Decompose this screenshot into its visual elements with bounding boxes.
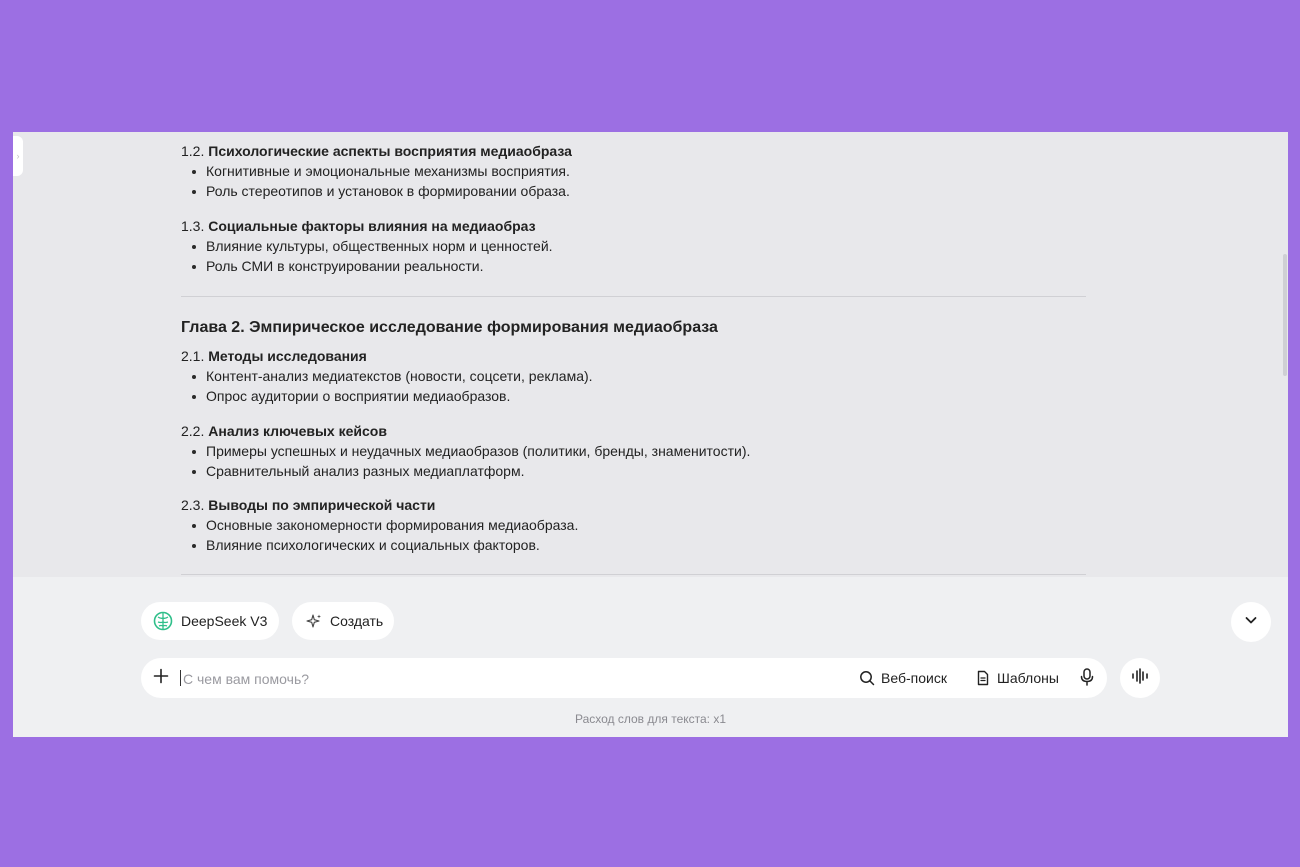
chapter-heading: Глава 2. Эмпирическое исследование форми… [181,319,718,336]
section-2-3: 2.3. Выводы по эмпирической части Основн… [181,495,1086,555]
chevron-right-icon: › [16,151,20,161]
prompt-input[interactable] [181,658,805,700]
usage-note: Расход слов для текста: x1 [574,712,727,726]
list-item: Основные закономерности формирования мед… [181,515,1086,535]
section-number: 2.2. [181,423,205,439]
section-title: 2.1. Методы исследования [181,346,1086,366]
list-item: Когнитивные и эмоциональные механизмы во… [181,161,1086,181]
list-item: Влияние культуры, общественных норм и це… [181,236,1086,256]
sparkle-icon [306,613,322,629]
section-title: 1.2. Психологические аспекты восприятия … [181,141,1086,161]
create-button[interactable]: Создать [292,602,394,640]
divider [181,574,1086,575]
plus-icon [153,668,169,689]
section-1-3: 1.3. Социальные факторы влияния на медиа… [181,216,1086,276]
section-1-2: 1.2. Психологические аспекты восприятия … [181,141,1086,201]
model-label: DeepSeek V3 [181,613,268,629]
section-name: Психологические аспекты восприятия медиа… [208,143,572,159]
section-name: Выводы по эмпирической части [208,497,436,513]
section-2-1: 2.1. Методы исследования Контент-анализ … [181,346,1086,406]
list-item: Роль стереотипов и установок в формирова… [181,181,1086,201]
scrollbar-thumb[interactable] [1283,254,1287,376]
section-number: 2.1. [181,348,205,364]
web-search-label: Веб-поиск [881,670,947,686]
scroll-down-button[interactable] [1231,602,1271,642]
chat-window: › 1.2. Психологические аспекты восприяти… [13,132,1288,737]
section-number: 1.3. [181,218,205,234]
chevron-down-icon [1244,613,1258,632]
sidebar-toggle[interactable]: › [13,136,23,176]
model-selector-button[interactable]: DeepSeek V3 [141,602,279,640]
scrollbar[interactable] [1281,132,1288,572]
list-item: Примеры успешных и неудачных медиаобразо… [181,441,1086,461]
list-item: Опрос аудитории о восприятии медиаобразо… [181,386,1086,406]
section-name: Методы исследования [208,348,367,364]
list-item: Сравнительный анализ разных медиаплатфор… [181,461,1086,481]
section-title: 2.2. Анализ ключевых кейсов [181,421,1086,441]
section-number: 2.3. [181,497,205,513]
microphone-icon [1079,667,1095,689]
templates-label: Шаблоны [997,670,1059,686]
waveform-icon [1131,667,1149,689]
document-icon [975,670,991,686]
microphone-button[interactable] [1079,658,1095,698]
section-name: Социальные факторы влияния на медиаобраз [208,218,536,234]
list-item: Роль СМИ в конструировании реальности. [181,256,1086,276]
section-2-2: 2.2. Анализ ключевых кейсов Примеры успе… [181,421,1086,481]
brain-icon [153,611,173,631]
attach-button[interactable] [151,668,171,688]
list-item: Контент-анализ медиатекстов (новости, со… [181,366,1086,386]
section-number: 1.2. [181,143,205,159]
prompt-bar: Веб-поиск Шаблоны [141,658,1107,700]
voice-mode-button[interactable] [1120,658,1160,698]
divider [181,296,1086,297]
web-search-button[interactable]: Веб-поиск [859,658,947,698]
list-item: Влияние психологических и социальных фак… [181,535,1086,555]
section-title: 1.3. Социальные факторы влияния на медиа… [181,216,1086,236]
composer-area: DeepSeek V3 Создать С чем вам помочь? Ве… [13,577,1288,737]
section-title: 2.3. Выводы по эмпирической части [181,495,1086,515]
section-name: Анализ ключевых кейсов [208,423,387,439]
templates-button[interactable]: Шаблоны [975,658,1059,698]
search-icon [859,670,875,686]
create-label: Создать [330,613,384,629]
